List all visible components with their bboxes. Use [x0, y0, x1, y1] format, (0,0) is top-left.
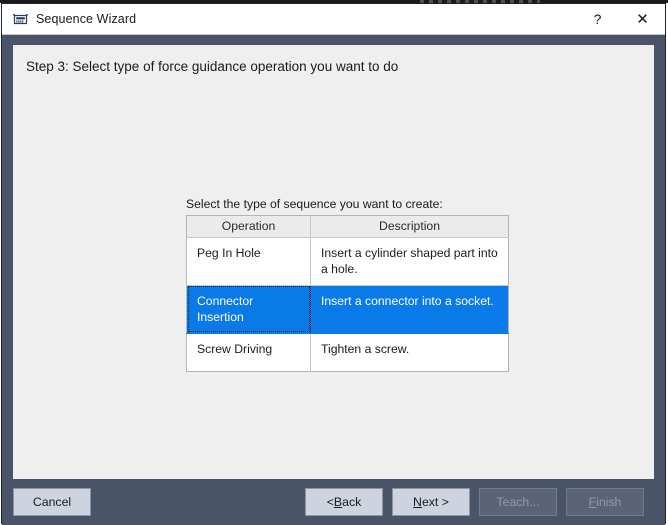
- help-button[interactable]: ?: [575, 5, 620, 34]
- table-row[interactable]: Peg In Hole Insert a cylinder shaped par…: [187, 238, 509, 286]
- column-header-description[interactable]: Description: [311, 216, 509, 238]
- navigation-button-group: < Back Next > Teach... Finish: [305, 488, 644, 516]
- table-row[interactable]: Screw Driving Tighten a screw.: [187, 333, 509, 371]
- content-panel: Step 3: Select type of force guidance op…: [13, 45, 654, 479]
- back-button-prefix: <: [327, 495, 334, 509]
- cell-operation[interactable]: Connector Insertion: [187, 285, 311, 333]
- table-header-row: Operation Description: [187, 216, 509, 238]
- sequence-wizard-window: Sequence Wizard ? ✕ Step 3: Select type …: [1, 3, 666, 524]
- cell-operation[interactable]: Peg In Hole: [187, 238, 311, 286]
- back-button-label: ack: [342, 495, 361, 509]
- next-button-accelerator: N: [413, 495, 422, 509]
- operation-table[interactable]: Operation Description Peg In Hole Insert…: [186, 215, 509, 372]
- cell-description[interactable]: Insert a cylinder shaped part into a hol…: [311, 238, 509, 286]
- back-button-accelerator: B: [334, 495, 342, 509]
- window-frame: Step 3: Select type of force guidance op…: [2, 35, 665, 525]
- dialog-button-bar: Cancel < Back Next > Teach... Finish: [13, 479, 654, 525]
- cell-description[interactable]: Insert a connector into a socket.: [311, 285, 509, 333]
- next-button-label: ext >: [422, 495, 449, 509]
- chooser-prompt-label: Select the type of sequence you want to …: [186, 197, 508, 211]
- finish-button: Finish: [566, 488, 644, 516]
- column-header-operation[interactable]: Operation: [187, 216, 311, 238]
- table-row[interactable]: Connector Insertion Insert a connector i…: [187, 285, 509, 333]
- teach-button: Teach...: [479, 488, 557, 516]
- chip-icon: [11, 11, 29, 27]
- cancel-button[interactable]: Cancel: [13, 488, 91, 516]
- sequence-type-chooser: Select the type of sequence you want to …: [186, 197, 508, 372]
- finish-button-accelerator: F: [589, 495, 597, 509]
- back-button[interactable]: < Back: [305, 488, 383, 516]
- window-title: Sequence Wizard: [36, 12, 136, 26]
- cell-description[interactable]: Tighten a screw.: [311, 333, 509, 371]
- page-title: Step 3: Select type of force guidance op…: [26, 59, 398, 74]
- next-button[interactable]: Next >: [392, 488, 470, 516]
- title-bar: Sequence Wizard ? ✕: [2, 4, 665, 35]
- finish-button-label: inish: [596, 495, 621, 509]
- close-icon[interactable]: ✕: [620, 5, 665, 34]
- cell-operation[interactable]: Screw Driving: [187, 333, 311, 371]
